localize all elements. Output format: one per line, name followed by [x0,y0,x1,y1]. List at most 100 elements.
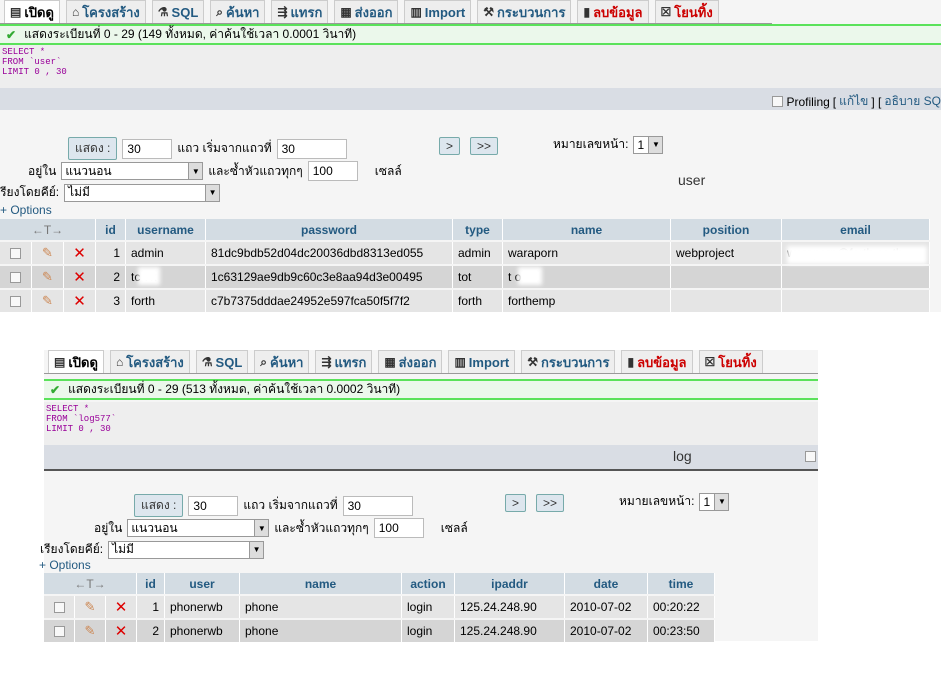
cell-name: phone [240,596,402,618]
tab-operations[interactable]: ⚒ กระบวนการ [477,0,572,23]
tab-import[interactable]: ▥ Import [404,0,472,23]
start-row-input[interactable]: 30 [276,138,347,159]
table-caption: user [678,172,706,188]
options-link[interactable]: + Options [0,203,52,217]
last-page-button[interactable]: >> [536,494,565,512]
show-button[interactable]: แสดง : [134,494,184,517]
sql-line: LIMIT 0 , 30 [46,424,111,434]
tab-sql[interactable]: ⚗ SQL [195,350,249,373]
tab-label: แทรก [290,4,323,20]
tab-insert[interactable]: ⇶ แทรก [315,350,373,373]
delete-icon[interactable]: ✕ [73,244,86,262]
edit-icon[interactable]: ✎ [85,623,96,639]
column-header-date[interactable]: date [565,573,648,594]
user-table-panel: ▤ เปิดดู ⌂ โครงสร้าง ⚗ SQL ⌕ ค้นหา ⇶ แทรก ▦ ส่งออก ▥… [0,0,941,312]
tab-label: SQL [171,4,199,20]
show-button[interactable]: แสดง : [68,137,118,160]
repeat-headers-input[interactable]: 100 [373,518,424,538]
tab-export[interactable]: ▦ ส่งออก [334,0,399,23]
tab-label: เปิดดู [68,354,98,370]
explain-sql-link[interactable]: อธิบาย SQ [884,92,941,111]
next-page-button[interactable]: > [439,137,461,155]
repeat-headers-input[interactable]: 100 [307,161,358,181]
column-header-time[interactable]: time [648,573,715,594]
tab-search[interactable]: ⌕ ค้นหา [254,350,310,373]
tab-sql[interactable]: ⚗ SQL [151,0,205,23]
row-checkbox[interactable] [10,247,21,259]
cell-username: admin [126,242,206,264]
row-checkbox[interactable] [53,625,65,637]
display-mode-select[interactable]: แนวนอน ▼ [61,162,204,180]
tab-browse[interactable]: ▤ เปิดดู [48,350,104,373]
row-checkbox[interactable] [10,295,21,307]
sql-line: LIMIT 0 , 30 [2,67,67,77]
browse-icon: ▤ [54,355,66,369]
edit-icon[interactable]: ✎ [42,293,53,309]
redaction [138,267,160,285]
cell-user: phonerwb [165,620,240,642]
edit-icon[interactable]: ✎ [85,599,96,615]
sort-key-select[interactable]: ไม่มี ▼ [108,540,265,559]
chevron-down-icon: ▼ [205,184,220,201]
start-row-input[interactable]: 30 [342,495,413,516]
column-resize-icon[interactable]: ←T→ [44,573,137,594]
row-checkbox[interactable] [10,271,21,283]
tab-import[interactable]: ▥ Import [448,350,516,373]
tab-label: แทรก [334,354,367,370]
cell-id: 1 [137,596,165,618]
edit-icon[interactable]: ✎ [42,269,53,285]
profiling-checkbox[interactable] [805,451,816,462]
status-text: แสดงระเบียนที่ 0 - 29 (513 ทั้งหมด, ค่าค… [68,382,401,396]
next-page-button[interactable]: > [505,494,527,512]
rows-input[interactable]: 30 [122,138,173,159]
column-header-id[interactable]: id [96,219,126,240]
tab-empty[interactable]: ▮ ลบข้อมูล [577,0,649,23]
column-resize-icon[interactable]: ←T→ [0,219,96,240]
profiling-checkbox[interactable] [772,96,784,107]
edit-icon[interactable]: ✎ [42,245,53,261]
tab-export[interactable]: ▦ ส่งออก [378,350,443,373]
column-header-user[interactable]: user [165,573,240,594]
column-header-type[interactable]: type [453,219,503,240]
column-header-position[interactable]: position [671,219,782,240]
options-link[interactable]: + Options [39,558,91,572]
column-header-action[interactable]: action [402,573,455,594]
delete-icon[interactable]: ✕ [73,292,86,310]
sort-key-select[interactable]: ไม่มี ▼ [64,183,221,202]
cell-email [782,290,930,312]
rows-input[interactable]: 30 [188,495,239,516]
tab-browse[interactable]: ▤ เปิดดู [4,0,60,23]
delete-icon[interactable]: ✕ [73,268,86,286]
operations-icon: ⚒ [483,5,495,19]
column-header-name[interactable]: name [240,573,402,594]
row-checkbox[interactable] [53,601,65,613]
column-header-name[interactable]: name [503,219,671,240]
cell-time: 00:20:22 [648,596,715,618]
page-select[interactable]: 1 ▼ [699,492,730,511]
column-header-ipaddr[interactable]: ipaddr [455,573,565,594]
tab-operations[interactable]: ⚒ กระบวนการ [521,350,616,373]
column-header-id[interactable]: id [137,573,165,594]
column-header-password[interactable]: password [206,219,453,240]
delete-icon[interactable]: ✕ [115,622,128,640]
tab-drop[interactable]: ☒ โยนทิ้ง [698,350,763,373]
operations-icon: ⚒ [527,355,539,369]
tab-label: โยนทิ้ง [718,354,757,370]
check-icon: ✔ [50,382,61,397]
edit-sql-link[interactable]: แก้ไข [839,92,868,111]
column-header-email[interactable]: email [782,219,930,240]
page-select[interactable]: 1 ▼ [633,135,664,154]
column-header-username[interactable]: username [126,219,206,240]
rows-label: แถว เริ่มจากแถวที่ [177,141,272,155]
last-page-button[interactable]: >> [470,137,499,155]
tab-drop[interactable]: ☒ โยนทิ้ง [654,0,719,23]
tab-search[interactable]: ⌕ ค้นหา [210,0,266,23]
display-mode-select[interactable]: แนวนอน ▼ [127,519,270,537]
tab-empty[interactable]: ▮ ลบข้อมูล [621,350,693,373]
tab-label: โครงสร้าง [82,4,140,20]
display-mode-value: แนวนอน [65,163,112,178]
tab-insert[interactable]: ⇶ แทรก [271,0,329,23]
tab-structure[interactable]: ⌂ โครงสร้าง [109,350,190,373]
tab-structure[interactable]: ⌂ โครงสร้าง [65,0,146,23]
delete-icon[interactable]: ✕ [115,598,128,616]
